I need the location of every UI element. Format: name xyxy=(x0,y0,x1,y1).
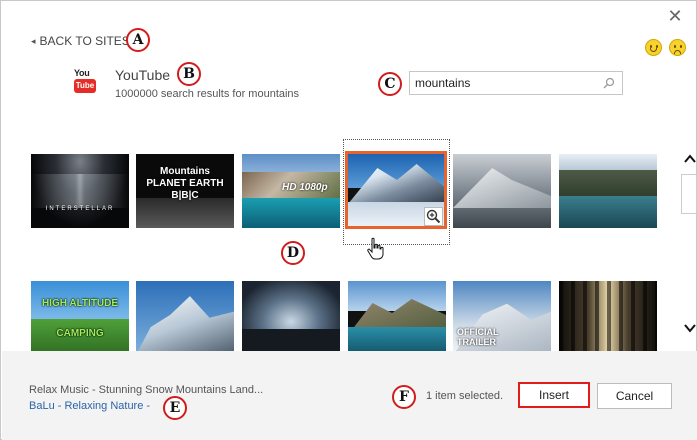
chevron-left-icon: ◂ xyxy=(31,35,36,46)
callout-d: D xyxy=(281,241,305,265)
callout-b: B xyxy=(177,62,201,86)
selected-video-title: Relax Music - Stunning Snow Mountains La… xyxy=(29,384,264,396)
video-thumbnail-5[interactable] xyxy=(453,154,551,228)
results-count: 1000000 search results for mountains xyxy=(115,88,300,100)
back-to-sites-link[interactable]: ◂ BACK TO SITES xyxy=(31,34,130,48)
chevron-up-icon xyxy=(684,154,696,163)
youtube-logo: You Tube xyxy=(71,67,101,97)
callout-a: A xyxy=(126,28,150,52)
video-thumbnail-12[interactable] xyxy=(559,281,657,355)
selected-count: 1 item selected. xyxy=(426,390,504,402)
video-thumbnail-3[interactable]: HD 1080p xyxy=(242,154,340,228)
search-icon[interactable] xyxy=(603,77,615,89)
scroll-up-button[interactable] xyxy=(684,154,696,166)
thumbnail-caption: OFFICIAL TRAILER xyxy=(457,327,499,347)
chevron-down-icon xyxy=(684,324,696,333)
zoom-in-icon xyxy=(426,209,441,224)
video-thumbnail-2[interactable]: Mountains PLANET EARTH B|B|C xyxy=(136,154,234,228)
video-thumbnail-11[interactable]: OFFICIAL TRAILER xyxy=(453,281,551,355)
thumbnail-caption: Mountains PLANET EARTH B|B|C xyxy=(146,166,224,201)
zoom-preview-button[interactable] xyxy=(424,207,443,226)
hand-cursor-icon xyxy=(367,237,384,260)
video-thumbnail-9[interactable] xyxy=(242,281,340,355)
video-thumbnail-7[interactable]: HIGH ALTITUDE CAMPING xyxy=(31,281,129,355)
close-icon: ✕ xyxy=(667,6,683,26)
selected-video-author-link[interactable]: BaLu - Relaxing Nature - xyxy=(29,400,150,412)
callout-f: F xyxy=(392,385,416,409)
close-button[interactable]: ✕ xyxy=(666,7,684,25)
search-input[interactable] xyxy=(410,76,595,90)
video-thumbnail-1[interactable]: INTERSTELLAR xyxy=(31,154,129,228)
online-video-dialog: ✕ ◂ BACK TO SITES You Tube YouTube 10000… xyxy=(0,0,697,440)
scroll-down-button[interactable] xyxy=(684,323,696,335)
back-to-sites-label: BACK TO SITES xyxy=(39,34,130,48)
source-title: YouTube xyxy=(115,67,171,83)
video-thumbnail-10[interactable] xyxy=(348,281,446,355)
smile-feedback-icon[interactable] xyxy=(645,39,662,56)
video-thumbnail-6[interactable] xyxy=(559,154,657,228)
cancel-button[interactable]: Cancel xyxy=(597,383,672,409)
callout-c: C xyxy=(378,72,402,96)
thumbnail-caption: HIGH ALTITUDE CAMPING xyxy=(41,298,119,339)
scrollbar-thumb[interactable] xyxy=(681,174,697,214)
video-thumbnail-8[interactable] xyxy=(136,281,234,355)
thumbnail-caption: INTERSTELLAR xyxy=(45,206,115,212)
insert-button[interactable]: Insert xyxy=(518,382,590,408)
thumbnail-caption: HD 1080p xyxy=(282,182,328,193)
search-field[interactable] xyxy=(409,71,623,95)
callout-e: E xyxy=(163,396,187,420)
frown-feedback-icon[interactable] xyxy=(669,39,686,56)
